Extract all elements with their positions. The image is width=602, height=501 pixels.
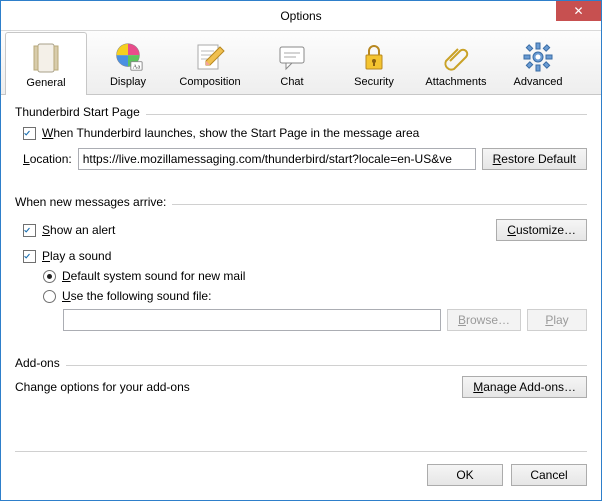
tab-advanced[interactable]: Advanced — [497, 31, 579, 94]
checkbox-show-startpage[interactable] — [23, 127, 36, 140]
svg-text:Aa: Aa — [133, 63, 141, 70]
tab-display[interactable]: Aa Display — [87, 31, 169, 94]
sound-file-input — [63, 309, 441, 331]
customize-button[interactable]: Customize… — [496, 219, 587, 241]
tab-label: Advanced — [514, 76, 563, 88]
general-icon — [30, 42, 62, 74]
checkbox-label[interactable]: Show an alert — [42, 223, 115, 237]
group-title: Thunderbird Start Page — [15, 105, 140, 119]
radio-sound-file[interactable] — [43, 290, 56, 303]
attachments-icon — [440, 41, 472, 73]
security-icon — [358, 41, 390, 73]
row-show-startpage: When Thunderbird launches, show the Star… — [15, 126, 587, 140]
group-addons: Add-ons Change options for your add-ons … — [15, 356, 587, 413]
group-newmessages: When new messages arrive: Show an alert … — [15, 195, 587, 346]
tab-label: Display — [110, 76, 146, 88]
group-startpage: Thunderbird Start Page When Thunderbird … — [15, 105, 587, 185]
window-title: Options — [280, 9, 321, 23]
checkbox-show-alert[interactable] — [23, 224, 36, 237]
tab-label: Composition — [179, 76, 240, 88]
location-input[interactable] — [78, 148, 476, 170]
row-play-sound: Play a sound — [15, 249, 587, 263]
chat-icon — [276, 41, 308, 73]
addons-desc: Change options for your add-ons — [15, 380, 190, 394]
row-location: Location: Restore Default — [15, 148, 587, 170]
tab-label: General — [26, 77, 65, 89]
close-button[interactable]: ✕ — [556, 1, 601, 21]
content-area: Thunderbird Start Page When Thunderbird … — [1, 95, 601, 451]
tab-label: Chat — [280, 76, 303, 88]
footer: OK Cancel — [1, 452, 601, 500]
restore-default-button[interactable]: Restore Default — [482, 148, 587, 170]
group-title: When new messages arrive: — [15, 195, 166, 209]
tab-attachments[interactable]: Attachments — [415, 31, 497, 94]
checkbox-label[interactable]: When Thunderbird launches, show the Star… — [42, 126, 419, 140]
browse-button: Browse… — [447, 309, 521, 331]
advanced-icon — [522, 41, 554, 73]
tabstrip: General Aa — [1, 31, 601, 95]
composition-icon — [194, 41, 226, 73]
tab-label: Attachments — [425, 76, 486, 88]
display-icon: Aa — [112, 41, 144, 73]
location-label: Location: — [23, 152, 72, 166]
row-addons: Change options for your add-ons Manage A… — [15, 376, 587, 398]
tab-label: Security — [354, 76, 394, 88]
close-icon: ✕ — [573, 4, 583, 18]
titlebar: Options ✕ — [1, 1, 601, 31]
radio-label[interactable]: Use the following sound file: — [62, 289, 211, 303]
tab-security[interactable]: Security — [333, 31, 415, 94]
radio-default-sound[interactable] — [43, 270, 56, 283]
tab-general[interactable]: General — [5, 32, 87, 95]
radio-label[interactable]: Default system sound for new mail — [62, 269, 245, 283]
checkbox-label[interactable]: Play a sound — [42, 249, 111, 263]
row-radio-default: Default system sound for new mail — [15, 269, 587, 283]
group-title: Add-ons — [15, 356, 60, 370]
options-window: Options ✕ General — [0, 0, 602, 501]
checkbox-play-sound[interactable] — [23, 250, 36, 263]
tab-chat[interactable]: Chat — [251, 31, 333, 94]
cancel-button[interactable]: Cancel — [511, 464, 587, 486]
row-show-alert: Show an alert Customize… — [15, 219, 587, 241]
ok-button[interactable]: OK — [427, 464, 503, 486]
manage-addons-button[interactable]: Manage Add-ons… — [462, 376, 587, 398]
row-sound-file: Browse… Play — [15, 309, 587, 331]
row-radio-file: Use the following sound file: — [15, 289, 587, 303]
tab-composition[interactable]: Composition — [169, 31, 251, 94]
play-button: Play — [527, 309, 587, 331]
